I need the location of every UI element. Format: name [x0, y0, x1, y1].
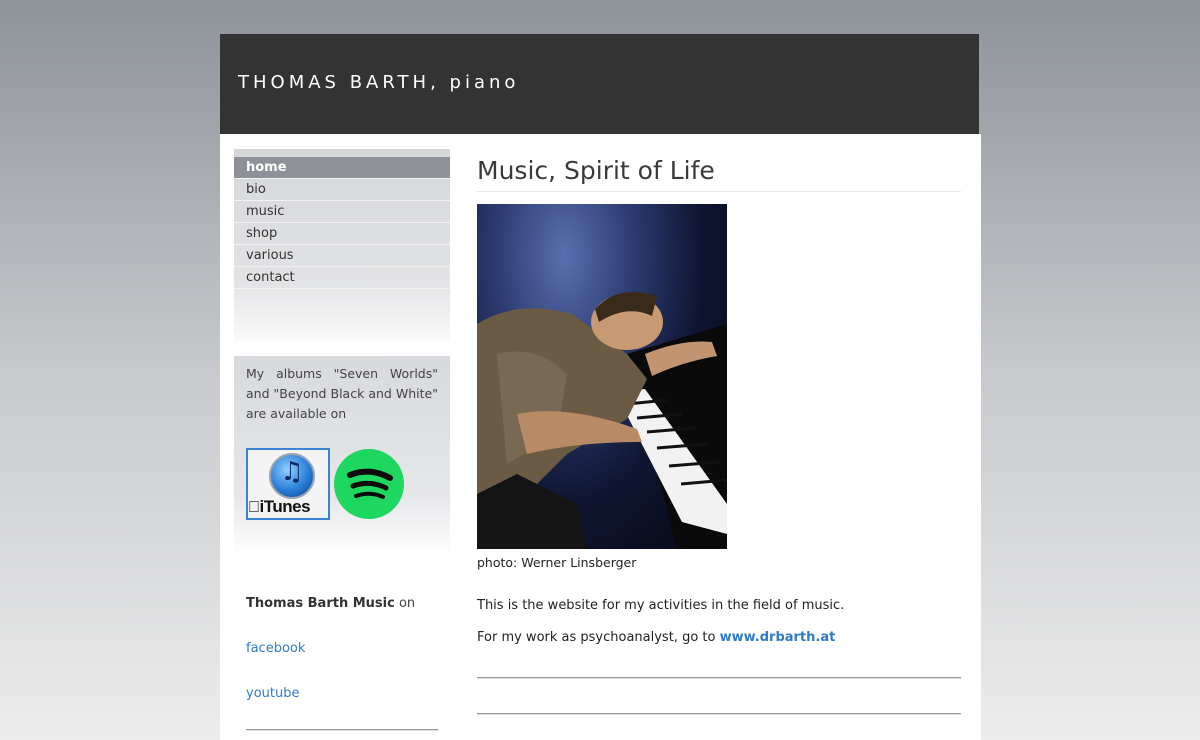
- nav-item-various[interactable]: various: [234, 245, 450, 267]
- itunes-label: iTunes: [248, 497, 311, 516]
- nav-item-bio[interactable]: bio: [234, 179, 450, 201]
- content-area: home bio music shop various contact My a…: [220, 134, 981, 740]
- social-name: Thomas Barth Music: [246, 596, 395, 611]
- social-suffix: on: [394, 596, 416, 611]
- store-icons: ♫ iTunes: [246, 448, 438, 520]
- spotify-icon[interactable]: [334, 449, 404, 519]
- facebook-link[interactable]: facebook: [246, 641, 438, 656]
- page: THOMAS BARTH, piano home bio music shop …: [220, 34, 981, 740]
- main-content: Music, Spirit of Life photo: Werner Lins…: [477, 156, 961, 715]
- intro-paragraph: This is the website for my activities in…: [477, 598, 845, 613]
- itunes-note-icon: ♫: [269, 453, 315, 499]
- sidebar: home bio music shop various contact My a…: [234, 149, 450, 731]
- nav-item-shop[interactable]: shop: [234, 223, 450, 245]
- itunes-badge[interactable]: ♫ iTunes: [246, 448, 330, 520]
- site-title[interactable]: THOMAS BARTH, piano: [238, 72, 519, 93]
- albums-text: My albums "Seven Worlds" and "Beyond Bla…: [246, 366, 438, 421]
- content-divider: [477, 713, 961, 715]
- page-title: Music, Spirit of Life: [477, 156, 961, 192]
- albums-box: My albums "Seven Worlds" and "Beyond Bla…: [234, 356, 450, 556]
- sidebar-divider: [246, 729, 438, 731]
- psychoanalyst-paragraph: For my work as psychoanalyst, go to www.…: [477, 630, 961, 645]
- content-divider: [477, 677, 961, 679]
- pianist-photo: [477, 204, 727, 549]
- nav-item-home[interactable]: home: [234, 157, 450, 179]
- youtube-link[interactable]: youtube: [246, 686, 438, 701]
- social-line: Thomas Barth Music on: [246, 596, 438, 611]
- site-header: THOMAS BARTH, piano: [220, 34, 979, 134]
- nav-item-music[interactable]: music: [234, 201, 450, 223]
- psychoanalyst-text: For my work as psychoanalyst, go to: [477, 630, 720, 645]
- apple-icon: : [248, 499, 260, 516]
- nav-item-contact[interactable]: contact: [234, 267, 450, 289]
- main-nav: home bio music shop various contact: [234, 149, 450, 341]
- drbarth-link[interactable]: www.drbarth.at: [720, 630, 836, 645]
- photo-caption: photo: Werner Linsberger: [477, 555, 637, 570]
- social-section: Thomas Barth Music on facebook youtube: [234, 556, 450, 731]
